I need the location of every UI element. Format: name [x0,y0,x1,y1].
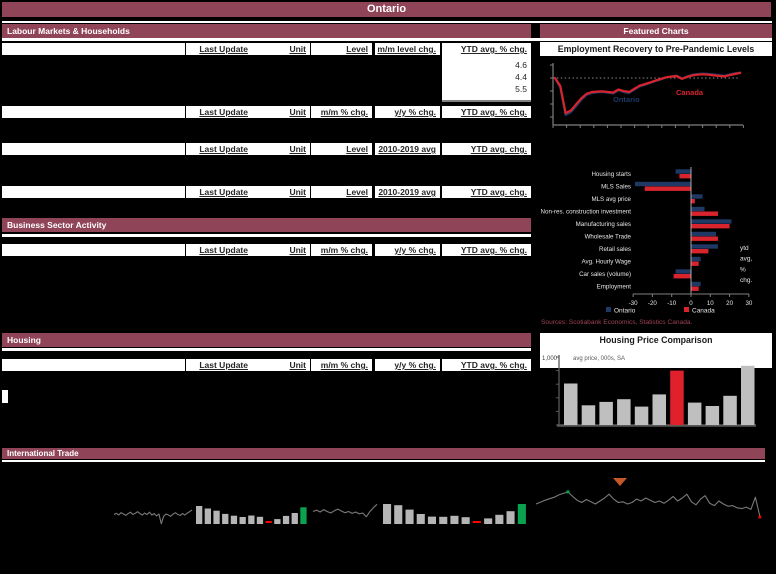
svg-text:Manufacturing sales: Manufacturing sales [576,221,631,228]
table-header-row-labour-1: Last Update Unit Level m/m level chg. [2,43,440,55]
col-header-level: Level [310,186,372,198]
section-banner-labour-markets: Labour Markets & Households [2,24,531,38]
col-header-ytd-avg: YTD avg. % chg. [440,359,531,371]
col-header-unit: Unit [252,186,310,198]
svg-text:MLS avg price: MLS avg price [591,196,631,203]
divider [2,234,531,237]
trade-minibars-2 [382,491,530,527]
svg-text:Retail sales: Retail sales [599,246,631,253]
col-header-last-update: Last Update [185,186,252,198]
row-label-cell [2,359,185,371]
col-header-unit: Unit [252,244,310,256]
col-header-level: Level [310,43,372,55]
row-label-cell [2,244,185,256]
trade-sparkline-3 [535,476,761,526]
col-header-yy-pct-chg: y/y % chg. [372,359,440,371]
section-banner-international-trade: International Trade [2,448,765,459]
svg-text:0: 0 [689,300,693,307]
section-banner-featured-charts: Featured Charts [540,24,772,38]
ytd-value: 4.6 [442,59,531,71]
col-header-ytd-avg: YTD avg. % chg. [440,244,531,256]
svg-text:Ontario: Ontario [613,95,640,104]
col-header-ytd-avg: YTD avg. % chg. [442,43,531,55]
svg-text:avg price, 000s, SA: avg price, 000s, SA [573,356,625,362]
trade-sparkline-2 [312,498,378,526]
ytd-sector-bar-chart: Housing starts MLS Sales MLS avg price Non-… [540,166,772,328]
employment-recovery-chart: Ontario Canada [540,56,772,134]
svg-text:Wholesale Trade: Wholesale Trade [585,234,632,241]
svg-text:Avg. Hourly Wage: Avg. Hourly Wage [581,259,631,266]
col-header-unit: Unit [252,106,310,118]
row-label-cell [2,43,185,55]
col-header-ytd-avg: YTD avg. % chg. [440,106,531,118]
chart-title-housing-price: Housing Price Comparison [540,333,772,347]
col-header-last-update: Last Update [185,244,252,256]
table-header-row-business: Last Update Unit m/m % chg. y/y % chg. Y… [2,244,531,256]
svg-text:Canada: Canada [692,308,715,315]
col-header-yy-pct-chg: y/y % chg. [372,106,440,118]
col-header-ytd-avg-chg: YTD avg. chg. [440,143,531,155]
col-header-yy-pct-chg: y/y % chg. [372,244,440,256]
col-header-ytd-avg-chg: YTD avg. chg. [440,186,531,198]
blank-cell [2,390,8,403]
cell-bottom-border [442,100,531,102]
svg-text:-20: -20 [648,300,658,307]
svg-text:avg,: avg, [740,256,752,263]
col-header-mm-pct-chg: m/m % chg. [310,244,372,256]
table-header-row-labour-4: Last Update Unit Level 2010-2019 avg YTD… [2,186,531,198]
col-header-unit: Unit [252,143,310,155]
svg-text:ytd: ytd [740,245,749,252]
col-header-last-update: Last Update [185,43,252,55]
row-label-cell [2,106,185,118]
divider [2,460,765,462]
table-header-row-labour-3: Last Update Unit Level 2010-2019 avg YTD… [2,143,531,155]
chart-title-employment-recovery: Employment Recovery to Pre-Pandemic Leve… [540,42,772,56]
section-banner-business-sector: Business Sector Activity [2,218,531,232]
col-header-2010-2019-avg: 2010-2019 avg [372,143,440,155]
ytd-value: 5.5 [442,83,531,95]
svg-text:Ontario: Ontario [614,308,636,315]
svg-text:Car sales (volume): Car sales (volume) [579,271,631,278]
col-header-mm-pct-chg: m/m % chg. [310,359,372,371]
col-header-last-update: Last Update [185,359,252,371]
svg-text:Employment: Employment [597,284,632,291]
row-label-cell [2,143,185,155]
ytd-avg-pct-chg-cell: YTD avg. % chg. 4.6 4.4 5.5 [442,43,531,100]
svg-text:Sources: Scotiabank Economics,: Sources: Scotiabank Economics, Statistic… [541,319,693,326]
row-label-cell [2,186,185,198]
svg-text:-30: -30 [629,300,639,307]
svg-text:MLS Sales: MLS Sales [601,184,631,191]
svg-text:chg.: chg. [740,277,752,284]
ontario-dashboard-page: Ontario Labour Markets & Households Feat… [0,0,776,574]
housing-price-comparison-chart: 1,000 avg price, 000s, SA [540,347,772,437]
col-header-unit: Unit [252,359,310,371]
svg-text:Canada: Canada [676,88,704,97]
col-header-2010-2019-avg: 2010-2019 avg [372,186,440,198]
svg-text:20: 20 [726,300,733,307]
svg-text:Non-res. construction investme: Non-res. construction investment [541,209,632,216]
table-header-row-labour-2: Last Update Unit m/m % chg. y/y % chg. Y… [2,106,531,118]
col-header-unit: Unit [252,43,310,55]
divider [2,21,772,23]
table-header-row-housing: Last Update Unit m/m % chg. y/y % chg. Y… [2,359,531,371]
page-title: Ontario [2,2,771,17]
col-header-mm-level-chg: m/m level chg. [372,43,440,55]
svg-text:10: 10 [707,300,714,307]
svg-text:Housing starts: Housing starts [591,171,631,178]
svg-text:30: 30 [745,300,752,307]
col-header-last-update: Last Update [185,143,252,155]
divider [2,38,772,41]
col-header-mm-pct-chg: m/m % chg. [310,106,372,118]
section-banner-housing: Housing [2,333,531,347]
col-header-level: Level [310,143,372,155]
ytd-value: 4.4 [442,71,531,83]
divider [2,348,531,351]
trade-minibars-1 [195,495,310,527]
col-header-last-update: Last Update [185,106,252,118]
svg-text:1,000: 1,000 [542,356,558,362]
svg-text:-10: -10 [667,300,677,307]
trade-sparkline-1 [113,501,193,528]
svg-text:%: % [740,266,746,273]
